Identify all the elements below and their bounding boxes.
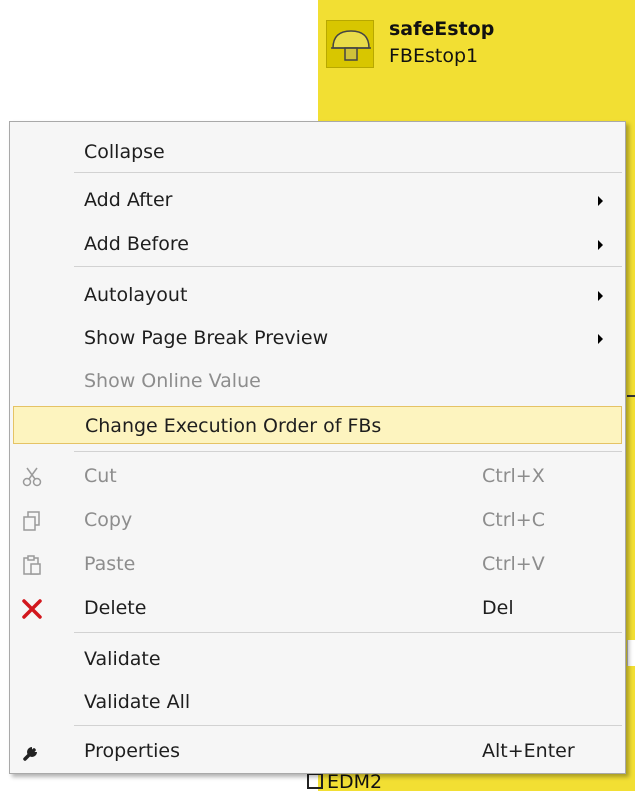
menu-item-add-after[interactable]: Add After [13, 181, 622, 219]
menu-item-label: Properties [84, 740, 181, 762]
context-menu: Collapse Add After Add Before Autolayout… [9, 121, 626, 774]
menu-item-cut[interactable]: Cut Ctrl+X [13, 457, 622, 495]
menu-item-label: Paste [84, 553, 136, 575]
submenu-arrow-icon [598, 196, 603, 206]
menu-item-copy[interactable]: Copy Ctrl+C [13, 501, 622, 539]
menu-item-label: Add Before [84, 233, 189, 255]
menu-separator [74, 172, 622, 173]
menu-item-validate[interactable]: Validate [13, 640, 622, 678]
menu-item-show-page-break-preview[interactable]: Show Page Break Preview [13, 319, 622, 357]
menu-item-properties[interactable]: Properties Alt+Enter [13, 732, 622, 770]
menu-item-label: Autolayout [84, 284, 188, 306]
submenu-arrow-icon [598, 240, 603, 250]
menu-item-label: Validate [84, 648, 161, 670]
wrench-icon [21, 741, 43, 763]
menu-item-autolayout[interactable]: Autolayout [13, 276, 622, 314]
diagram-connection-line [627, 395, 635, 397]
menu-separator [74, 632, 622, 633]
submenu-arrow-icon [598, 291, 603, 301]
edm-label: EDM2 [307, 771, 382, 793]
menu-item-shortcut: Ctrl+X [482, 465, 545, 487]
menu-separator [74, 451, 622, 452]
menu-item-add-before[interactable]: Add Before [13, 225, 622, 263]
menu-item-label: Cut [84, 465, 117, 487]
function-block-instance: FBEstop1 [389, 45, 479, 67]
checkbox-icon [307, 773, 323, 789]
menu-item-collapse[interactable]: Collapse [13, 133, 622, 171]
menu-separator [74, 266, 622, 267]
estop-mushroom-icon [326, 20, 374, 68]
menu-item-shortcut: Alt+Enter [482, 740, 575, 762]
scissors-icon [21, 466, 43, 488]
submenu-arrow-icon [598, 334, 603, 344]
menu-item-shortcut: Del [482, 597, 514, 619]
menu-item-validate-all[interactable]: Validate All [13, 683, 622, 721]
menu-separator [74, 725, 622, 726]
paste-icon [21, 554, 43, 576]
menu-item-label: Validate All [84, 691, 191, 713]
menu-item-label: Show Page Break Preview [84, 327, 329, 349]
delete-x-icon [21, 598, 43, 620]
menu-item-label: Change Execution Order of FBs [85, 415, 382, 437]
menu-item-delete[interactable]: Delete Del [13, 589, 622, 627]
function-block-type: safeEstop [389, 18, 495, 40]
menu-item-label: Collapse [84, 141, 165, 163]
menu-item-shortcut: Ctrl+V [482, 553, 545, 575]
menu-item-label: Show Online Value [84, 370, 261, 392]
copy-icon [21, 510, 43, 532]
menu-item-shortcut: Ctrl+C [482, 509, 545, 531]
diagram-fragment [627, 640, 635, 666]
menu-item-paste[interactable]: Paste Ctrl+V [13, 545, 622, 583]
menu-item-change-execution-order[interactable]: Change Execution Order of FBs [13, 406, 622, 444]
edm-label-text: EDM2 [327, 771, 383, 793]
menu-item-label: Delete [84, 597, 147, 619]
menu-item-show-online-value[interactable]: Show Online Value [13, 362, 622, 400]
menu-item-label: Copy [84, 509, 133, 531]
menu-item-label: Add After [84, 189, 173, 211]
